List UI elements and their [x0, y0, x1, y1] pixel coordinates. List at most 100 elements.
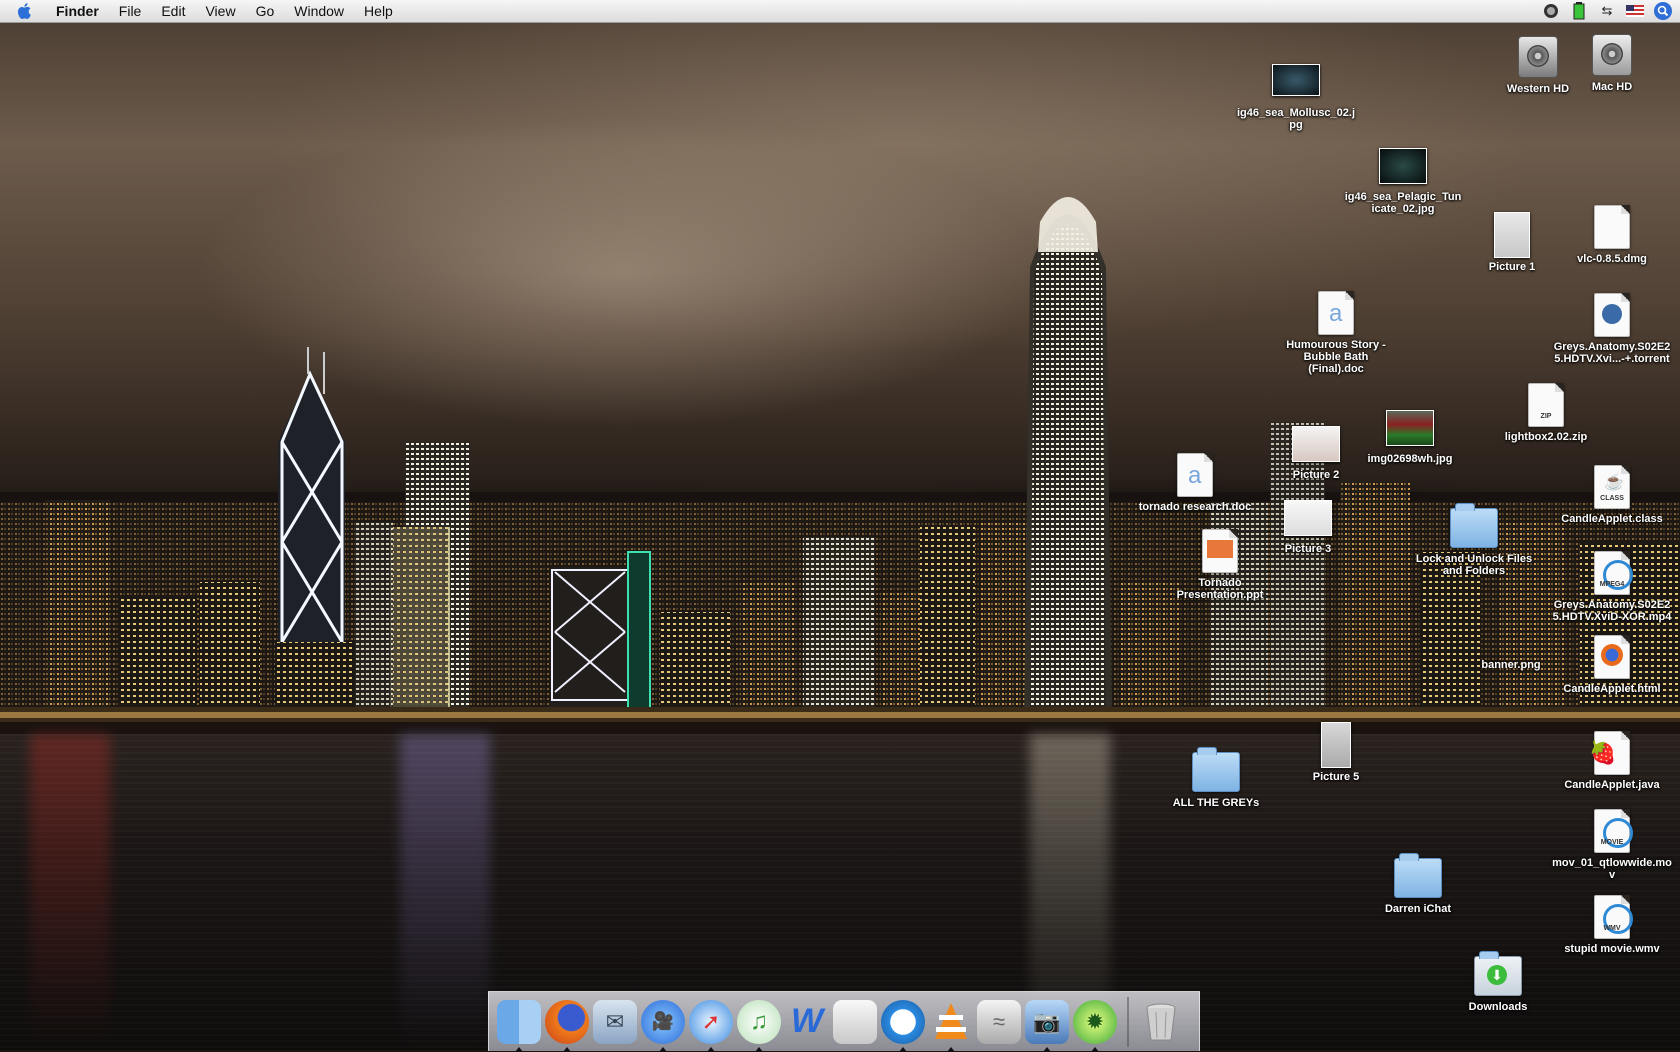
- apple-menu-icon[interactable]: [16, 2, 34, 20]
- sync-icon[interactable]: ⇆: [1598, 3, 1616, 19]
- menu-edit[interactable]: Edit: [151, 0, 195, 22]
- mail-icon[interactable]: ✉: [593, 999, 637, 1044]
- icon-label: stupid movie.wmv: [1564, 943, 1660, 955]
- icon-label: Picture 1: [1488, 261, 1536, 273]
- icon-label: CandleApplet.class: [1561, 513, 1663, 525]
- icon-label: ig46_sea_Mollusc_02.jpg: [1237, 107, 1356, 131]
- menu-view[interactable]: View: [195, 0, 245, 22]
- java-file-icon: 🍓: [1589, 731, 1630, 775]
- zip-file-icon: ZIP: [1528, 383, 1564, 427]
- desktop-icon-greys-torrent[interactable]: Greys.Anatomy.S02E25.HDTV.Xvi...-+.torre…: [1552, 290, 1672, 365]
- desktop-icon-all-the-greys[interactable]: ALL THE GREYs: [1156, 746, 1276, 809]
- desktop-icon-lightbox-zip[interactable]: ZIP lightbox2.02.zip: [1486, 380, 1606, 443]
- icon-label: ALL THE GREYs: [1172, 797, 1260, 809]
- dock: ✉ 🎥 ➚ ♫ W ≈ 📷 ✹: [488, 991, 1200, 1052]
- vlc-icon[interactable]: [929, 1000, 973, 1052]
- downloads-folder-icon: ⬇: [1474, 951, 1522, 996]
- us-flag-icon[interactable]: [1626, 3, 1644, 19]
- image-thumbnail-icon: [1386, 410, 1434, 446]
- desktop-icon-darren-ichat[interactable]: Darren iChat: [1358, 852, 1478, 915]
- firefox-icon[interactable]: [545, 999, 589, 1052]
- image-thumbnail-icon: [1494, 212, 1530, 258]
- dock-separator: [1127, 996, 1129, 1047]
- powerpoint-file-icon: [1202, 529, 1238, 573]
- desktop-icon-vlc-dmg[interactable]: vlc-0.8.5.dmg: [1552, 202, 1672, 265]
- folder-icon: [1394, 853, 1442, 898]
- limewire-icon[interactable]: ✹: [1073, 999, 1117, 1052]
- icon-label: Greys.Anatomy.S02E25.HDTV.XviD-XOR.mp4: [1552, 599, 1672, 623]
- desktop-icon-mov01[interactable]: MOVIE mov_01_qtlowwide.mov: [1552, 806, 1672, 881]
- light-reflection: [30, 734, 110, 1050]
- desktop-icon-pelagic[interactable]: ig46_sea_Pelagic_Tunicate_02.jpg: [1343, 140, 1463, 215]
- word-document-icon: a: [1177, 453, 1213, 497]
- timemachine-icon[interactable]: [1542, 3, 1560, 19]
- desktop-icon-tornado-ppt[interactable]: Tornado Presentation.ppt: [1160, 526, 1280, 601]
- icon-label: Lock and Unlock Files and Folders: [1415, 553, 1533, 577]
- menu-file[interactable]: File: [109, 0, 152, 22]
- wmv-file-icon: WMV: [1594, 895, 1633, 939]
- icon-label: lightbox2.02.zip: [1504, 431, 1588, 443]
- desktop-icon-downloads[interactable]: ⬇ Downloads: [1438, 950, 1558, 1013]
- desktop-icon-mollusc[interactable]: ig46_sea_Mollusc_02.jpg: [1236, 56, 1356, 131]
- menu-go[interactable]: Go: [246, 0, 285, 22]
- quicktime-icon[interactable]: [881, 999, 925, 1052]
- desktop-icon-stupid-movie[interactable]: WMV stupid movie.wmv: [1552, 892, 1672, 955]
- icon-label: vlc-0.8.5.dmg: [1577, 253, 1647, 265]
- mpeg4-file-icon: MPEG4: [1594, 551, 1633, 595]
- desktop-icon-tornado-doc[interactable]: a tornado research.doc: [1135, 450, 1255, 513]
- desktop-icon-candle-html[interactable]: CandleApplet.html: [1552, 632, 1672, 695]
- folder-icon: [1450, 503, 1498, 548]
- image-thumbnail-icon: [1379, 148, 1427, 184]
- light-reflection: [400, 734, 490, 1050]
- folder-icon: [1192, 747, 1240, 792]
- itunes-icon[interactable]: ♫: [737, 999, 781, 1052]
- class-file-icon: ☕ CLASS: [1594, 465, 1630, 509]
- image-thumbnail-icon: [1292, 426, 1340, 462]
- menu-window[interactable]: Window: [284, 0, 354, 22]
- icon-label: Picture 2: [1292, 469, 1340, 481]
- icon-label: Tornado Presentation.ppt: [1176, 577, 1264, 601]
- word-icon[interactable]: W: [785, 1000, 829, 1044]
- desktop-icon-candle-java[interactable]: 🍓 CandleApplet.java: [1552, 728, 1672, 791]
- remote-desktop-icon[interactable]: ≈: [977, 999, 1021, 1044]
- desktop-icon-humourous-story[interactable]: a Humourous Story - Bubble Bath (Final).…: [1276, 288, 1396, 375]
- desktop-icon-picture5[interactable]: Picture 5: [1276, 720, 1396, 783]
- icon-label: mov_01_qtlowwide.mov: [1552, 857, 1672, 881]
- menu-app-name[interactable]: Finder: [46, 0, 109, 22]
- preview-icon[interactable]: [833, 999, 877, 1044]
- image-thumbnail-icon: [1284, 500, 1332, 536]
- desktop-icon-greys-mp4[interactable]: MPEG4 Greys.Anatomy.S02E25.HDTV.XviD-XOR…: [1552, 548, 1672, 623]
- desktop-icon-lock-unlock-folder[interactable]: Lock and Unlock Files and Folders: [1414, 502, 1534, 577]
- finder-icon[interactable]: [497, 999, 541, 1052]
- safari-icon[interactable]: ➚: [689, 999, 733, 1052]
- desktop-icon-mac-hd[interactable]: Mac HD: [1552, 30, 1672, 93]
- icon-label: Picture 5: [1312, 771, 1360, 783]
- torrent-file-icon: [1594, 293, 1630, 337]
- menu-extras: ⇆: [1542, 0, 1672, 22]
- icon-label: Picture 3: [1284, 543, 1332, 555]
- icon-label: Greys.Anatomy.S02E25.HDTV.Xvi...-+.torre…: [1553, 341, 1671, 365]
- iphoto-icon[interactable]: 📷: [1025, 999, 1069, 1052]
- ichat-icon[interactable]: 🎥: [641, 999, 685, 1052]
- icon-label: banner.png: [1481, 659, 1541, 671]
- icon-label: img02698wh.jpg: [1367, 453, 1453, 465]
- icon-label: tornado research.doc: [1138, 501, 1252, 513]
- menu-help[interactable]: Help: [354, 0, 403, 22]
- firefox-html-file-icon: [1594, 635, 1630, 679]
- icon-label: ig46_sea_Pelagic_Tunicate_02.jpg: [1344, 191, 1462, 215]
- image-thumbnail-icon: [1272, 64, 1320, 96]
- hard-drive-icon: [1592, 34, 1632, 76]
- desktop-icon-candle-class[interactable]: ☕ CLASS CandleApplet.class: [1552, 462, 1672, 525]
- desktop-icon-img02698[interactable]: img02698wh.jpg: [1350, 402, 1470, 465]
- menu-bar: Finder File Edit View Go Window Help ⇆: [0, 0, 1680, 23]
- battery-icon[interactable]: [1570, 2, 1588, 20]
- trash-icon[interactable]: [1139, 1000, 1183, 1044]
- movie-file-icon: MOVIE: [1594, 809, 1633, 853]
- icon-label: Darren iChat: [1384, 903, 1452, 915]
- icon-label: CandleApplet.java: [1564, 779, 1660, 791]
- spotlight-icon[interactable]: [1654, 2, 1672, 20]
- image-thumbnail-icon: [1321, 722, 1351, 768]
- icon-label: Downloads: [1468, 1001, 1528, 1013]
- word-document-icon: a: [1318, 291, 1354, 335]
- icon-label: CandleApplet.html: [1563, 683, 1661, 695]
